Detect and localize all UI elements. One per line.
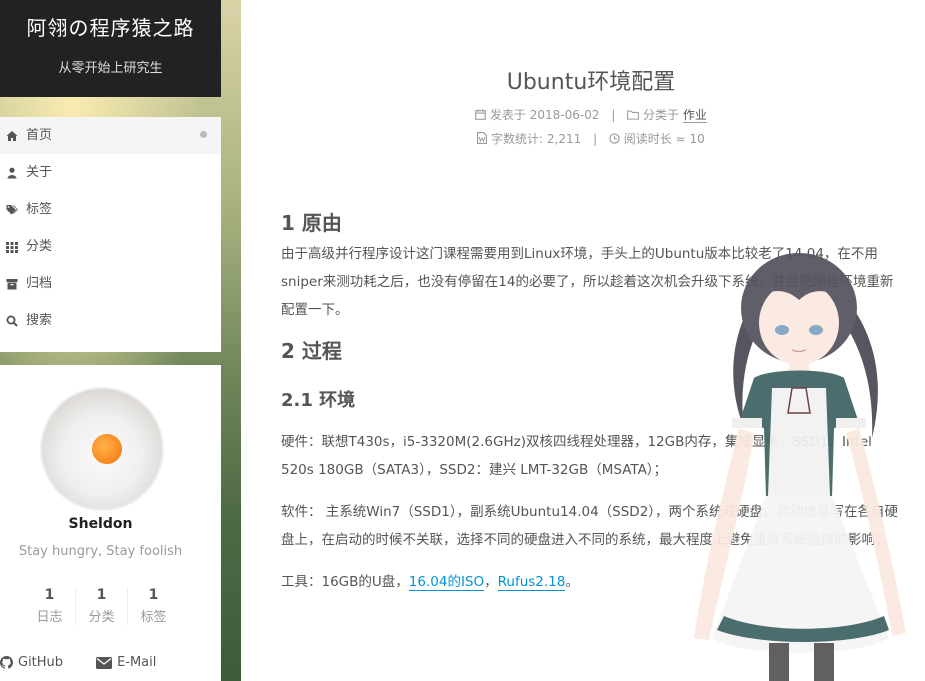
menu-item-search[interactable]: 搜索 (0, 302, 221, 339)
menu-item-categories[interactable]: 分类 (0, 228, 221, 265)
tools-text: 工具：16GB的U盘， (281, 574, 409, 590)
post-title: Ubuntu环境配置 (506, 70, 676, 95)
clock-icon (609, 133, 620, 144)
menu-item-label: 首页 (26, 128, 53, 143)
post-body: 1 原由 由于高级并行程序设计这门课程需要用到Linux环境，手头上的Ubunt… (281, 206, 906, 596)
calendar-icon (475, 109, 486, 120)
paragraph-hardware: 硬件：联想T430s，i5-3320M(2.6GHz)双核四线程处理器，12GB… (281, 434, 872, 478)
readtime-value: 10 (689, 132, 705, 146)
stat-label: 日志 (36, 610, 63, 625)
post-date: 2018-06-02 (529, 108, 600, 122)
stat-tags[interactable]: 1 标签 (128, 587, 179, 625)
site-brand: 阿翎の程序猿之路 从零开始上研究生 (0, 0, 221, 97)
menu-item-archives[interactable]: 归档 (0, 265, 221, 302)
wordcount-label: 字数统计: (491, 132, 544, 146)
github-icon (0, 656, 13, 669)
tools-end: 。 (565, 574, 579, 590)
wordcount-value: 2,211 (546, 132, 582, 146)
active-indicator (200, 131, 207, 138)
readtime-label: 阅读时长 ≈ (623, 132, 686, 146)
avatar (40, 387, 164, 511)
author-name: Sheldon (68, 516, 133, 532)
author-panel: Sheldon Stay hungry, Stay foolish 1 日志 1… (0, 365, 221, 681)
category-link[interactable]: 作业 (682, 108, 707, 123)
site-title[interactable]: 阿翎の程序猿之路 (0, 12, 221, 41)
paragraph-software: 软件： 主系统Win7（SSD1），副系统Ubuntu14.04（SSD2），两… (281, 504, 899, 548)
user-icon (7, 167, 17, 178)
avatar-egg-yolk (92, 434, 122, 464)
meta-divider: | (611, 108, 616, 122)
meta-divider: | (593, 132, 598, 146)
paragraph-tools: 工具：16GB的U盘，16.04的ISO，Rufus2.18。 (281, 568, 906, 596)
menu-item-about[interactable]: 关于 (0, 154, 221, 191)
home-icon (6, 130, 18, 141)
stat-label: 标签 (140, 610, 167, 625)
heading-environment: 2.1 环境 (281, 390, 356, 411)
paragraph-reason: 由于高级并行程序设计这门课程需要用到Linux环境，手头上的Ubuntu版本比较… (281, 246, 894, 318)
site-stats: 1 日志 1 分类 1 标签 (24, 587, 179, 625)
search-icon (6, 315, 18, 327)
menu-item-label: 关于 (26, 165, 53, 180)
archive-icon (6, 278, 18, 289)
author-motto: Stay hungry, Stay foolish (18, 544, 183, 559)
rufus-link[interactable]: Rufus2.18 (497, 574, 566, 591)
main-menu: 首页 关于 标签 分类 归档 搜索 (0, 117, 221, 352)
stat-number: 1 (148, 587, 159, 603)
site-subtitle: 从零开始上研究生 (58, 61, 163, 76)
stat-number: 1 (44, 587, 55, 603)
stat-number: 1 (96, 587, 107, 603)
github-label: GitHub (18, 655, 64, 670)
iso-link[interactable]: 16.04的ISO (408, 574, 485, 591)
tags-icon (6, 204, 18, 214)
heading-process: 2 过程 (281, 339, 342, 363)
stat-label: 分类 (88, 610, 115, 625)
post-main: Ubuntu环境配置 发表于 2018-06-02 | 分类于 作业 字数统计:… (241, 0, 925, 681)
menu-item-home[interactable]: 首页 (0, 117, 221, 154)
category-label: 分类于 (643, 108, 680, 122)
stat-categories[interactable]: 1 分类 (76, 587, 128, 625)
folder-icon (627, 110, 640, 120)
email-link[interactable]: E-Mail (96, 655, 156, 670)
posted-label: 发表于 (489, 108, 526, 122)
menu-item-label: 归档 (26, 276, 53, 291)
post-meta-line-2: 字数统计: 2,211 | 阅读时长 ≈ 10 (241, 130, 925, 147)
stat-posts[interactable]: 1 日志 (24, 587, 76, 625)
menu-item-label: 分类 (26, 239, 53, 254)
menu-item-tags[interactable]: 标签 (0, 191, 221, 228)
envelope-icon (96, 656, 113, 669)
email-label: E-Mail (117, 655, 157, 670)
tools-separator: ， (484, 574, 498, 590)
post-meta-line-1: 发表于 2018-06-02 | 分类于 作业 (241, 106, 925, 123)
file-word-icon (477, 132, 488, 144)
grid-icon (6, 241, 18, 253)
menu-item-label: 标签 (26, 202, 53, 217)
github-link[interactable]: GitHub (0, 655, 63, 670)
menu-item-label: 搜索 (26, 313, 53, 328)
heading-reason: 1 原由 (281, 211, 342, 235)
social-links: GitHub E-Mail (0, 655, 156, 670)
